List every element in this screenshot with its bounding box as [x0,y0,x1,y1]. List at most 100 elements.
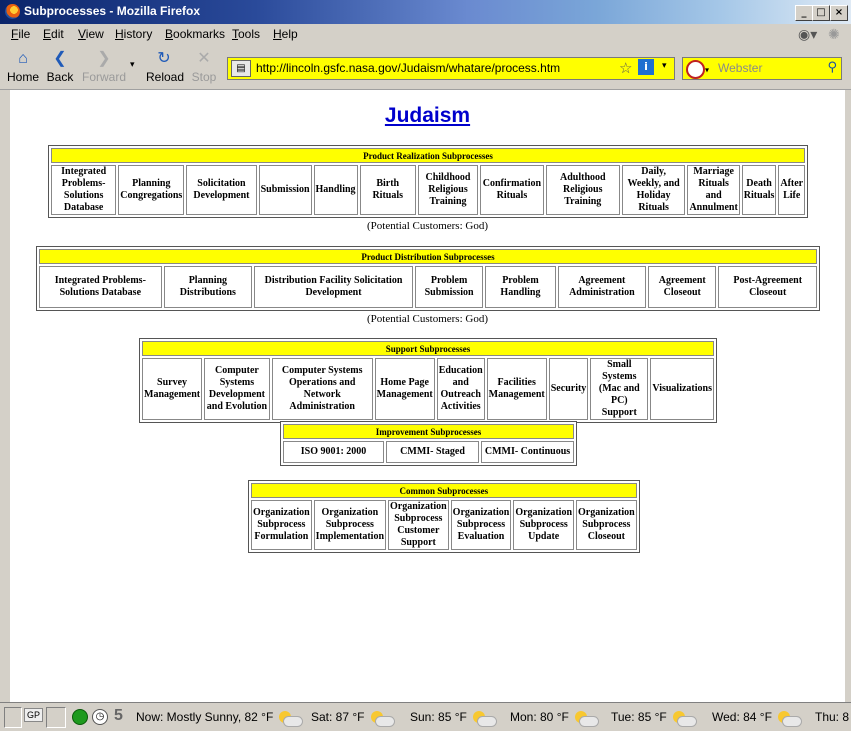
status-green-icon[interactable] [72,709,88,725]
site-identity-icon[interactable]: ▤ [231,60,251,77]
stop-button[interactable]: ✕ Stop [190,50,218,84]
weather-now-text: Now: Mostly Sunny, 82 °F [136,710,274,724]
left-frame [0,90,10,702]
support-table: Support Subprocesses Survey Management C… [139,338,717,423]
back-arrow-icon: ❮ [53,50,67,67]
search-engine-icon[interactable]: ▾ [686,60,712,79]
weather-thu[interactable]: Thu: 8 [815,710,849,724]
partly-cloudy-icon [471,710,497,727]
common-table: Common Subprocesses Organization Subproc… [248,480,640,553]
partly-cloudy-icon [573,710,599,727]
user-icon[interactable]: ◉▾ [798,26,817,43]
forward-arrow-icon: ❯ [97,50,111,67]
table-cell: Integrated Problems-Solutions Database [51,165,117,215]
table-cell: Birth Rituals [359,165,416,215]
weather-now[interactable]: Now: Mostly Sunny, 82 °F [136,710,304,727]
reload-icon: ↻ [157,50,171,67]
menu-view[interactable]: View [78,27,104,41]
status-bar: GP ◷ 5 Now: Mostly Sunny, 82 °F Sat: 87 … [0,702,851,731]
table-cell: Death Rituals [741,165,777,215]
page-content: Judaism Product Realization Subprocesses… [10,90,845,702]
weather-tue[interactable]: Tue: 85 °F [611,710,697,727]
url-text: http://lincoln.gsfc.nasa.gov/Judaism/wha… [256,61,561,75]
weather-sat[interactable]: Sat: 87 °F [311,710,395,727]
stop-icon: ✕ [197,50,211,67]
table-cell: Childhood Religious Training [417,165,479,215]
minimize-button[interactable]: _ [795,5,813,21]
table-cell: Confirmation Rituals [480,165,544,215]
maximize-button[interactable]: □ [812,5,830,21]
forward-button[interactable]: ❯ Forward [81,50,127,84]
throbber-icon: ✺ [828,26,840,42]
search-bar[interactable]: ▾ Webster ⚲ [682,57,842,80]
weather-sun-text: Sun: 85 °F [410,710,467,724]
gp-button[interactable]: GP [24,708,44,722]
weather-tue-text: Tue: 85 °F [611,710,667,724]
realization-header: Product Realization Subprocesses [51,148,805,163]
table-cell: Planning Congregations [118,165,185,215]
table-cell: Visualizations [650,358,714,420]
table-cell: Distribution Facility Solicitation Devel… [254,266,413,308]
weather-sun[interactable]: Sun: 85 °F [410,710,497,727]
table-cell: Handling [313,165,358,215]
menu-help[interactable]: Help [273,27,298,41]
back-button[interactable]: ❮ Back [45,50,75,84]
window-titlebar: Subprocesses - Mozilla Firefox _ □ × [0,0,851,24]
status-panel [4,707,22,728]
home-button[interactable]: ⌂ Home [7,50,39,84]
table-cell: Organization Subprocess Implementation [313,500,386,550]
table-cell: ISO 9001: 2000 [283,441,385,463]
table-cell: Small Systems (Mac and PC) Support [590,358,649,420]
stop-label: Stop [191,70,217,84]
clock-icon[interactable]: ◷ [92,709,108,725]
weather-mon[interactable]: Mon: 80 °F [510,710,599,727]
table-cell: CMMI- Staged [386,441,480,463]
table-cell: Agreement Closeout [648,266,717,308]
table-cell: Home Page Management [374,358,435,420]
table-cell: CMMI- Continuous [481,441,574,463]
info-icon[interactable]: i [638,59,654,75]
search-go-icon[interactable]: ⚲ [827,60,837,75]
home-label: Home [7,70,40,84]
partly-cloudy-icon [671,710,697,727]
address-bar[interactable]: ▤ http://lincoln.gsfc.nasa.gov/Judaism/w… [227,57,675,80]
table-cell: Agreement Administration [557,266,647,308]
table-cell: Security [548,358,589,420]
bookmark-star-icon[interactable]: ☆ [619,59,632,77]
table-cell: Marriage Rituals and Annulment [687,165,740,215]
weather-wed[interactable]: Wed: 84 °F [712,710,802,727]
table-cell: Organization Subprocess Evaluation [450,500,512,550]
menu-file[interactable]: File [11,27,30,41]
common-header: Common Subprocesses [251,483,637,498]
table-cell: Problem Handling [485,266,556,308]
history-dropdown-icon[interactable]: ▾ [130,59,135,70]
table-cell: After Life [778,165,805,215]
reload-button[interactable]: ↻ Reload [146,50,185,84]
weather-sat-text: Sat: 87 °F [311,710,365,724]
back-label: Back [46,70,74,84]
table-cell: Organization Subprocess Formulation [251,500,312,550]
partly-cloudy-icon [776,710,802,727]
table-cell: Adulthood Religious Training [545,165,620,215]
partly-cloudy-icon [277,710,304,727]
table-cell: Problem Submission [414,266,484,308]
realization-caption: (Potential Customers: God) [367,220,488,232]
distribution-table: Product Distribution Subprocesses Integr… [36,246,820,311]
close-button[interactable]: × [830,5,848,21]
support-header: Support Subprocesses [142,341,714,356]
table-cell: Planning Distributions [163,266,253,308]
home-icon: ⌂ [18,50,28,67]
search-input[interactable]: Webster [718,61,762,75]
url-dropdown-icon[interactable]: ▾ [662,61,667,71]
menu-history[interactable]: History [115,27,152,41]
reload-label: Reload [146,70,185,84]
table-cell: Organization Subprocess Customer Support [388,500,449,550]
menu-bookmarks[interactable]: Bookmarks [165,27,225,41]
table-cell: Facilities Management [486,358,547,420]
table-cell: Organization Subprocess Update [513,500,575,550]
menu-edit[interactable]: Edit [43,27,64,41]
page-title[interactable]: Judaism [10,104,845,128]
menu-tools[interactable]: Tools [232,27,260,41]
table-cell: Post-Agreement Closeout [718,266,817,308]
improvement-header: Improvement Subprocesses [283,424,574,439]
